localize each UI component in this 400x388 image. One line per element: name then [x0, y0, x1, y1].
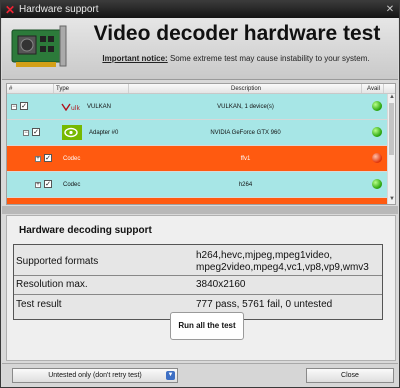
retry-mode-select[interactable]: Untested only (don't retry test) ▼: [12, 368, 178, 383]
supported-formats-label: Supported formats: [16, 256, 99, 267]
close-window-icon[interactable]: ✕: [383, 3, 397, 16]
title-bar: ✕ Hardware support ✕: [1, 1, 399, 18]
tree-row-codec-h264[interactable]: + ✓ Codec h264: [7, 172, 395, 198]
hardware-support-window: ✕ Hardware support ✕ Video decoder hardw…: [0, 0, 400, 388]
row-description: ffv1: [240, 155, 251, 162]
row-description: h264: [238, 181, 253, 188]
important-notice: Important notice: Some extreme test may …: [80, 54, 392, 63]
row-type: Codec: [63, 155, 81, 162]
vulkan-logo-icon: ulk: [61, 103, 80, 111]
column-header-type[interactable]: Type: [54, 84, 129, 93]
hardware-decoding-panel: Hardware decoding support Supported form…: [6, 215, 396, 361]
row-checkbox[interactable]: ✓: [44, 180, 52, 188]
row-checkbox[interactable]: ✓: [44, 154, 52, 162]
supported-formats-line2: mpeg2video,mpeg4,vc1,vp8,vp9,wmv3: [196, 262, 369, 273]
scroll-up-icon[interactable]: ▲: [388, 94, 395, 102]
tree-row-adapter[interactable]: − ✓ Adapter #0 NVIDIA GeForce GTX 960: [7, 120, 395, 146]
vertical-scrollbar[interactable]: ▲ ▼: [387, 94, 395, 204]
grid-header: # Type Description Avail: [7, 84, 395, 94]
table-divider: [14, 275, 382, 276]
svg-text:ulk: ulk: [71, 105, 80, 111]
row-type: Adapter #0: [89, 129, 119, 136]
status-red-icon: [372, 153, 382, 163]
row-type: VULKAN: [87, 103, 112, 110]
resolution-label: Resolution max.: [16, 279, 88, 290]
column-header-description[interactable]: Description: [129, 84, 362, 93]
scrollbar-thumb[interactable]: [389, 103, 394, 155]
row-type: Codec: [63, 181, 81, 188]
device-tree-grid[interactable]: # Type Description Avail − ✓ ulk VULKAN …: [6, 83, 396, 205]
notice-label: Important notice:: [102, 54, 168, 63]
status-green-icon: [372, 127, 382, 137]
table-divider: [14, 294, 382, 295]
collapse-icon[interactable]: −: [23, 130, 29, 136]
status-green-icon: [372, 101, 382, 111]
footer-bar: Untested only (don't retry test) ▼ Close: [2, 363, 398, 387]
supported-formats-line1: h264,hevc,mjpeg,mpeg1video,: [196, 250, 333, 261]
resolution-value: 3840x2160: [196, 279, 246, 290]
nvidia-logo-icon: [62, 125, 82, 140]
graphics-card-icon: [11, 25, 67, 67]
panel-splitter[interactable]: [2, 206, 398, 214]
collapse-icon[interactable]: −: [11, 104, 17, 110]
expand-icon[interactable]: +: [35, 182, 41, 188]
expand-icon[interactable]: +: [35, 156, 41, 162]
row-checkbox[interactable]: ✓: [32, 128, 40, 136]
row-checkbox[interactable]: ✓: [20, 102, 28, 110]
scroll-down-icon[interactable]: ▼: [388, 196, 395, 204]
close-button[interactable]: Close: [306, 368, 394, 383]
row-description: NVIDIA GeForce GTX 960: [210, 129, 281, 136]
tree-row-codec-hevc[interactable]: + ✓ Codec hevc: [7, 198, 395, 204]
dropdown-arrow-icon[interactable]: ▼: [166, 371, 175, 380]
column-header-avail[interactable]: Avail: [362, 84, 384, 93]
tree-row-vulkan[interactable]: − ✓ ulk VULKAN VULKAN, 1 device(s): [7, 94, 395, 120]
app-logo-icon: ✕: [4, 2, 16, 17]
decoding-info-table: Supported formats h264,hevc,mjpeg,mpeg1v…: [13, 244, 383, 320]
tree-row-codec-ffv1[interactable]: + ✓ Codec ffv1: [7, 146, 395, 172]
row-description: VULKAN, 1 device(s): [217, 103, 274, 110]
test-result-label: Test result: [16, 299, 62, 310]
retry-mode-value: Untested only (don't retry test): [48, 372, 142, 379]
header-banner: Video decoder hardware test Important no…: [2, 18, 398, 80]
panel-title: Hardware decoding support: [19, 225, 152, 236]
window-title: Hardware support: [19, 4, 99, 15]
status-green-icon: [372, 179, 382, 189]
column-header-number[interactable]: #: [7, 84, 54, 93]
test-result-value: 777 pass, 5761 fail, 0 untested: [196, 299, 333, 310]
notice-text: Some extreme test may cause instability …: [167, 54, 370, 63]
run-all-test-button[interactable]: Run all the test: [170, 312, 244, 340]
page-title: Video decoder hardware test: [93, 22, 381, 45]
